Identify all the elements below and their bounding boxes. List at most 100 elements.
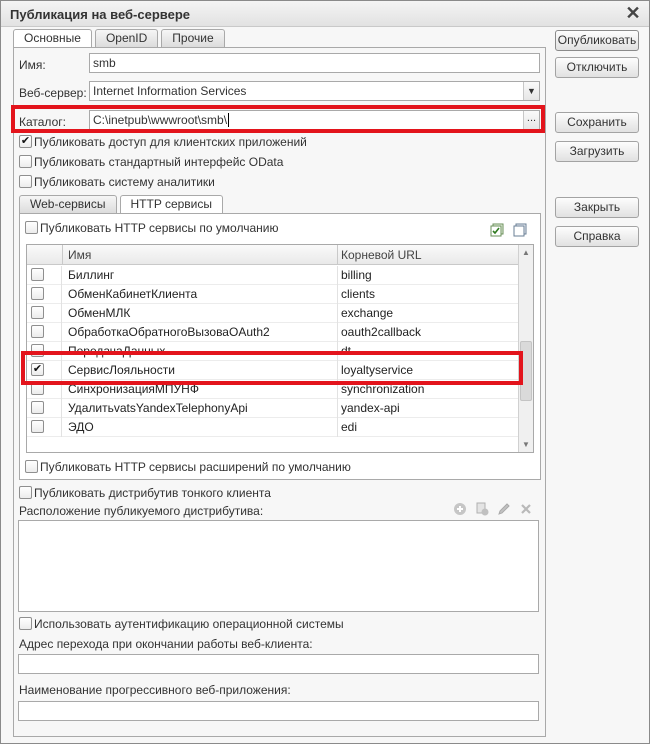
publish-dialog: Публикация на веб-сервере ✕ Основные Ope…	[0, 0, 650, 744]
catalog-value: C:\inetpub\wwwroot\smb\	[93, 113, 228, 127]
scroll-thumb[interactable]	[520, 341, 532, 401]
table-row[interactable]: ОбработкаОбратногоВызоваOAuth2 oauth2call…	[27, 323, 519, 342]
service-url: loyaltyservice	[341, 363, 414, 377]
service-name: ПередачаДанных	[68, 344, 166, 358]
service-url: oauth2callback	[341, 325, 422, 339]
check-all-icon[interactable]	[489, 223, 505, 239]
load-button[interactable]: Загрузить	[555, 141, 639, 162]
scroll-down-icon[interactable]: ▼	[519, 437, 533, 452]
row-checkbox[interactable]	[31, 420, 44, 433]
save-button[interactable]: Сохранить	[555, 112, 639, 133]
service-name: ОбменКабинетКлиента	[68, 287, 198, 301]
delete-icon[interactable]	[518, 502, 534, 518]
chevron-down-icon[interactable]: ▼	[523, 82, 539, 100]
redirect-label: Адрес перехода при окончании работы веб-…	[19, 637, 313, 651]
close-button[interactable]: Закрыть	[555, 197, 639, 218]
table-row[interactable]: СинхронизацияМПУНФ synchronization	[27, 380, 519, 399]
os-auth-checkbox[interactable]	[19, 617, 32, 630]
tab-main[interactable]: Основные	[13, 29, 92, 48]
service-name: СервисЛояльности	[68, 363, 175, 377]
tab-openid[interactable]: OpenID	[94, 29, 159, 47]
http-default-label: Публиковать HTTP сервисы по умолчанию	[40, 221, 279, 235]
close-icon[interactable]: ✕	[623, 3, 643, 23]
table-row[interactable]: Биллинг billing	[27, 266, 519, 285]
service-name: УдалитьvatsYandexTelephonyApi	[68, 401, 248, 415]
row-check-cell	[27, 266, 62, 285]
tab-other[interactable]: Прочие	[161, 29, 225, 47]
http-extensions-label: Публиковать HTTP сервисы расширений по у…	[40, 460, 351, 474]
window-title: Публикация на веб-сервере	[10, 7, 191, 22]
http-extensions-checkbox[interactable]	[25, 460, 38, 473]
row-checkbox[interactable]	[31, 306, 44, 319]
service-name: ОбменМЛК	[68, 306, 131, 320]
scroll-up-icon[interactable]: ▲	[519, 245, 533, 260]
name-field[interactable]: smb	[89, 53, 540, 73]
redirect-field[interactable]	[18, 654, 539, 674]
name-value: smb	[93, 56, 116, 70]
publish-analytics-label: Публиковать систему аналитики	[34, 175, 215, 189]
row-check-cell	[27, 342, 62, 361]
http-services-table: Имя Корневой URL Биллинг billing ОбменКаби…	[26, 244, 534, 453]
webserver-select[interactable]: Internet Information Services ▼	[89, 81, 540, 101]
uncheck-all-icon[interactable]	[512, 223, 528, 239]
service-url: edi	[341, 420, 358, 434]
title-bar: Публикация на веб-сервере ✕	[1, 1, 649, 27]
tab-web-services[interactable]: Web-сервисы	[19, 195, 117, 213]
pwa-label: Наименование прогрессивного веб-приложен…	[19, 683, 291, 697]
main-tabs: Основные OpenID Прочие	[13, 29, 228, 48]
tab-http-services[interactable]: HTTP сервисы	[119, 195, 224, 214]
help-button[interactable]: Справка	[555, 226, 639, 247]
row-check-cell	[27, 323, 62, 342]
publish-analytics-checkbox[interactable]	[19, 175, 32, 188]
service-name: Биллинг	[68, 268, 115, 282]
publish-distrib-checkbox[interactable]	[19, 486, 32, 499]
publish-button[interactable]: Опубликовать	[555, 30, 639, 51]
column-name[interactable]: Имя	[68, 248, 91, 262]
publish-odata-label: Публиковать стандартный интерфейс OData	[34, 155, 284, 169]
row-check-cell: ✔	[27, 361, 62, 380]
table-scrollbar[interactable]: ▲ ▼	[518, 245, 533, 452]
table-row[interactable]: ✔ СервисЛояльности loyaltyservice	[27, 361, 519, 380]
table-row[interactable]: ЭДО edi	[27, 418, 519, 437]
publish-odata-checkbox[interactable]	[19, 155, 32, 168]
http-default-checkbox[interactable]	[25, 221, 38, 234]
row-checkbox[interactable]	[31, 382, 44, 395]
add-icon[interactable]	[452, 502, 468, 518]
service-url: clients	[341, 287, 376, 301]
publish-distrib-label: Публиковать дистрибутив тонкого клиента	[34, 486, 271, 500]
column-url[interactable]: Корневой URL	[341, 248, 422, 262]
row-checkbox[interactable]: ✔	[31, 363, 44, 376]
row-check-cell	[27, 380, 62, 399]
service-name: СинхронизацияМПУНФ	[68, 382, 199, 396]
table-header: Имя Корневой URL	[27, 245, 519, 265]
row-checkbox[interactable]	[31, 287, 44, 300]
service-url: exchange	[341, 306, 394, 320]
webserver-value: Internet Information Services	[93, 84, 247, 98]
name-label: Имя:	[19, 58, 46, 72]
row-checkbox[interactable]	[31, 344, 44, 357]
row-checkbox[interactable]	[31, 401, 44, 414]
copy-icon[interactable]	[474, 502, 490, 518]
service-name: ОбработкаОбратногоВызоваOAuth2	[68, 325, 270, 339]
pwa-field[interactable]	[18, 701, 539, 721]
row-checkbox[interactable]	[31, 268, 44, 281]
table-row[interactable]: ОбменКабинетКлиента clients	[27, 285, 519, 304]
catalog-field[interactable]: C:\inetpub\wwwroot\smb\ ...	[89, 110, 540, 130]
catalog-label: Каталог:	[19, 115, 66, 129]
row-check-cell	[27, 285, 62, 304]
edit-icon[interactable]	[496, 502, 512, 518]
row-checkbox[interactable]	[31, 325, 44, 338]
distrib-location-label: Расположение публикуемого дистрибутива:	[19, 504, 264, 518]
text-cursor	[228, 113, 230, 127]
table-row[interactable]: УдалитьvatsYandexTelephonyApi yandex-api	[27, 399, 519, 418]
webserver-label: Веб-сервер:	[19, 86, 87, 100]
table-row[interactable]: ПередачаДанных dt	[27, 342, 519, 361]
distrib-location-field[interactable]	[18, 520, 539, 612]
row-check-cell	[27, 399, 62, 418]
service-url: dt	[341, 344, 352, 358]
table-row[interactable]: ОбменМЛК exchange	[27, 304, 519, 323]
disable-button[interactable]: Отключить	[555, 57, 639, 78]
service-tabs: Web-сервисы HTTP сервисы	[19, 195, 226, 214]
browse-button[interactable]: ...	[523, 111, 539, 129]
publish-client-apps-checkbox[interactable]: ✔	[19, 135, 32, 148]
